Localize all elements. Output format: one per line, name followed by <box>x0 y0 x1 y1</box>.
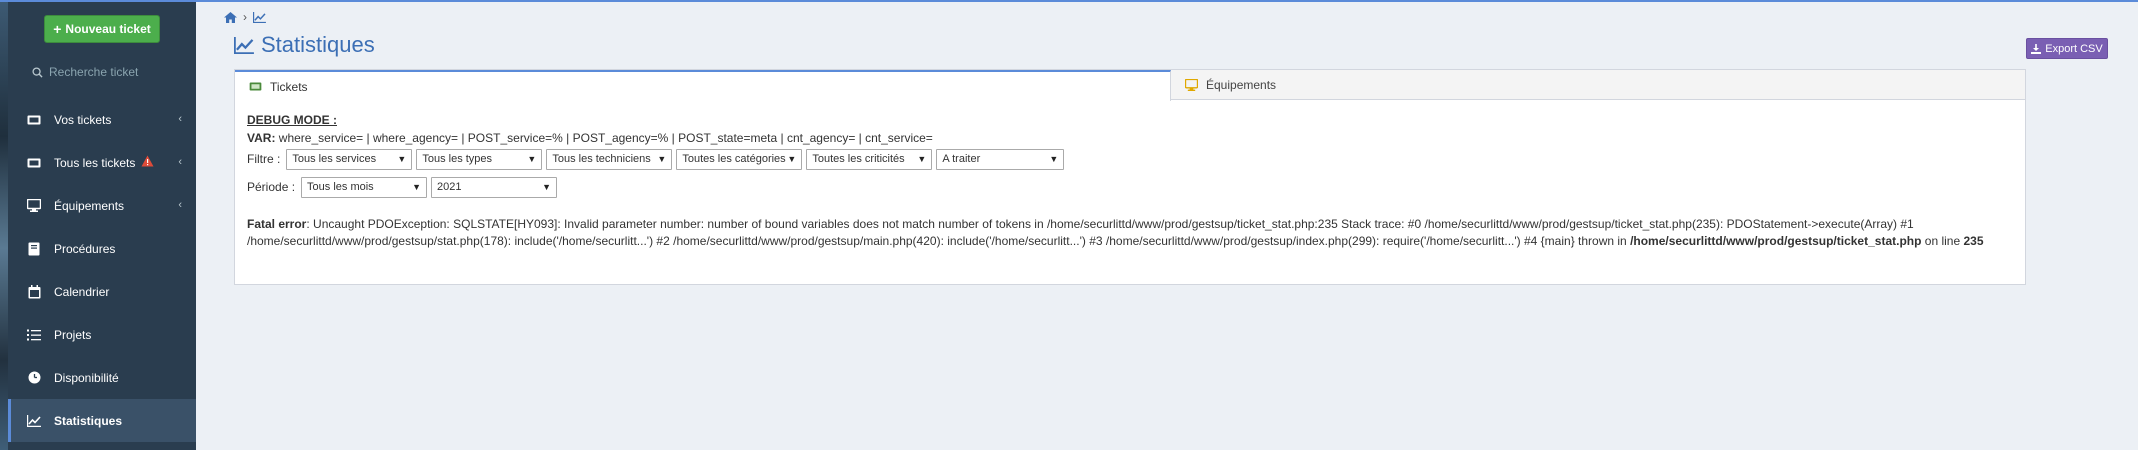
sidebar-item-label: Vos tickets <box>54 112 112 127</box>
main-content: › Statistiques Export CSV Tickets Équipe… <box>196 2 2138 450</box>
sidebar-item-projets[interactable]: Projets <box>8 313 196 356</box>
chevron-down-icon: ▼ <box>787 154 797 164</box>
chevron-left-icon: ‹ <box>178 156 182 168</box>
select-value: Tous les types <box>422 153 493 165</box>
ticket-icon <box>26 155 42 171</box>
state-select[interactable]: A traiter ▼ <box>936 148 1065 170</box>
select-value: Tous les services <box>292 153 377 165</box>
export-csv-label: Export CSV <box>2045 42 2103 55</box>
sidebar-item-label: Tous les tickets <box>54 155 136 170</box>
select-value: Toutes les criticités <box>812 153 905 165</box>
desktop-icon <box>1185 79 1198 91</box>
sidebar-edge-decoration <box>0 2 8 450</box>
page-title-text: Statistiques <box>261 32 375 57</box>
sidebar-item-statistiques[interactable]: Statistiques <box>8 399 196 442</box>
sidebar-item-label: Disponibilité <box>54 370 119 385</box>
tab-bar: Tickets Équipements <box>235 70 2025 101</box>
chevron-down-icon: ▼ <box>1049 154 1059 164</box>
select-value: 2021 <box>437 181 462 193</box>
download-icon <box>2031 43 2042 54</box>
chart-line-icon <box>26 413 42 429</box>
new-ticket-button[interactable]: + Nouveau ticket <box>44 15 160 43</box>
chevron-down-icon: ▼ <box>542 182 552 192</box>
sidebar-item-label: Projets <box>54 327 92 342</box>
chevron-down-icon: ▼ <box>397 154 407 164</box>
tab-equipements[interactable]: Équipements <box>1171 70 2025 100</box>
filter-label: Filtre : <box>247 152 281 166</box>
error-file: /home/securlittd/www/prod/gestsup/ticket… <box>1630 234 1922 248</box>
plus-icon: + <box>53 21 62 37</box>
select-value: Tous les techniciens <box>552 153 651 165</box>
sidebar-item-equipements[interactable]: Équipements ‹ <box>8 184 196 227</box>
technician-select[interactable]: Tous les techniciens ▼ <box>546 148 673 170</box>
home-icon[interactable] <box>224 11 237 23</box>
select-value: Toutes les catégories <box>682 153 786 165</box>
type-select[interactable]: Tous les types ▼ <box>416 148 543 170</box>
warning-icon <box>141 155 154 170</box>
sidebar-item-calendrier[interactable]: Calendrier <box>8 270 196 313</box>
var-text: where_service= | where_agency= | POST_se… <box>275 131 933 145</box>
export-csv-button[interactable]: Export CSV <box>2026 38 2108 59</box>
error-line: 235 <box>1963 234 1984 248</box>
select-value: A traiter <box>942 153 981 165</box>
filter-row: Filtre : Tous les services ▼ Tous les typ… <box>247 148 2013 170</box>
category-select[interactable]: Toutes les catégories ▼ <box>676 148 803 170</box>
chevron-left-icon: ‹ <box>178 113 182 125</box>
ticket-search[interactable] <box>32 61 182 83</box>
ticket-icon <box>249 82 262 91</box>
search-icon <box>32 66 43 78</box>
sidebar-item-label: Procédures <box>54 241 116 256</box>
sidebar-item-label: Équipements <box>54 198 125 213</box>
var-label: VAR: <box>247 131 276 145</box>
list-icon <box>26 327 42 343</box>
tab-label: Équipements <box>1206 78 1277 92</box>
error-on-line: on line <box>1921 234 1964 248</box>
chart-line-icon <box>234 36 254 54</box>
period-row: Période : Tous les mois ▼ 2021 ▼ <box>247 176 2013 198</box>
select-value: Tous les mois <box>307 181 374 193</box>
sidebar-item-tous-les-tickets[interactable]: Tous les tickets ‹ <box>8 141 196 184</box>
sidebar-item-label: Calendrier <box>54 284 110 299</box>
fatal-error-message: Fatal error: Uncaught PDOException: SQLS… <box>247 216 2017 250</box>
chevron-down-icon: ▼ <box>412 182 422 192</box>
debug-vars: VAR: where_service= | where_agency= | PO… <box>247 131 2013 145</box>
sidebar-menu: Vos tickets ‹ Tous les tickets ‹ Équipem… <box>8 98 196 442</box>
breadcrumb-separator-icon: › <box>243 10 247 24</box>
chevron-down-icon: ▼ <box>527 154 537 164</box>
period-label: Période : <box>247 180 296 194</box>
sidebar: + Nouveau ticket Vos tickets ‹ Tous les … <box>0 2 196 450</box>
search-input[interactable] <box>49 65 179 79</box>
book-icon <box>26 241 42 257</box>
stats-panel: Tickets Équipements DEBUG MODE : VAR: wh… <box>234 69 2026 285</box>
tab-content: DEBUG MODE : VAR: where_service= | where… <box>247 113 2013 250</box>
desktop-icon <box>26 198 42 214</box>
new-ticket-label: Nouveau ticket <box>65 22 151 36</box>
criticality-select[interactable]: Toutes les criticités ▼ <box>806 148 933 170</box>
clock-icon <box>26 370 42 386</box>
year-select[interactable]: 2021 ▼ <box>431 176 558 198</box>
sidebar-item-vos-tickets[interactable]: Vos tickets ‹ <box>8 98 196 141</box>
error-label: Fatal error <box>247 217 307 231</box>
tab-tickets[interactable]: Tickets <box>235 70 1171 101</box>
ticket-icon <box>26 112 42 128</box>
breadcrumb: › <box>224 10 266 24</box>
page-title: Statistiques <box>234 32 375 58</box>
service-select[interactable]: Tous les services ▼ <box>286 148 413 170</box>
month-select[interactable]: Tous les mois ▼ <box>301 176 428 198</box>
chevron-down-icon: ▼ <box>917 154 927 164</box>
chevron-left-icon: ‹ <box>178 199 182 211</box>
chart-line-icon[interactable] <box>253 11 266 23</box>
sidebar-item-procedures[interactable]: Procédures <box>8 227 196 270</box>
tab-label: Tickets <box>270 79 308 94</box>
calendar-icon <box>26 284 42 300</box>
debug-title: DEBUG MODE : <box>247 113 337 127</box>
chevron-down-icon: ▼ <box>657 154 667 164</box>
sidebar-item-disponibilite[interactable]: Disponibilité <box>8 356 196 399</box>
sidebar-item-label: Statistiques <box>54 413 123 428</box>
